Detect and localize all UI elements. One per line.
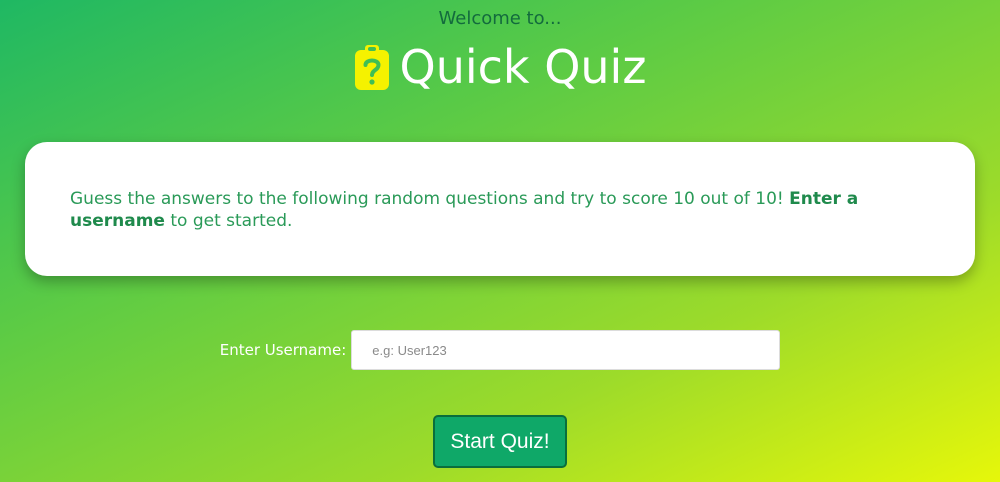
page-title: Quick Quiz — [399, 40, 647, 94]
title-row: Quick Quiz — [0, 40, 1000, 94]
intro-card: Guess the answers to the following rando… — [25, 142, 975, 276]
username-form: Enter Username: — [0, 330, 1000, 370]
username-label: Enter Username: — [219, 341, 347, 359]
username-input[interactable] — [351, 330, 781, 370]
intro-text: Guess the answers to the following rando… — [70, 188, 920, 232]
clipboard-question-icon — [354, 43, 390, 91]
intro-text-end: to get started. — [164, 211, 293, 231]
start-quiz-button[interactable]: Start Quiz! — [433, 415, 567, 468]
intro-text-start: Guess the answers to the following rando… — [70, 189, 790, 209]
welcome-text: Welcome to... — [438, 8, 562, 29]
